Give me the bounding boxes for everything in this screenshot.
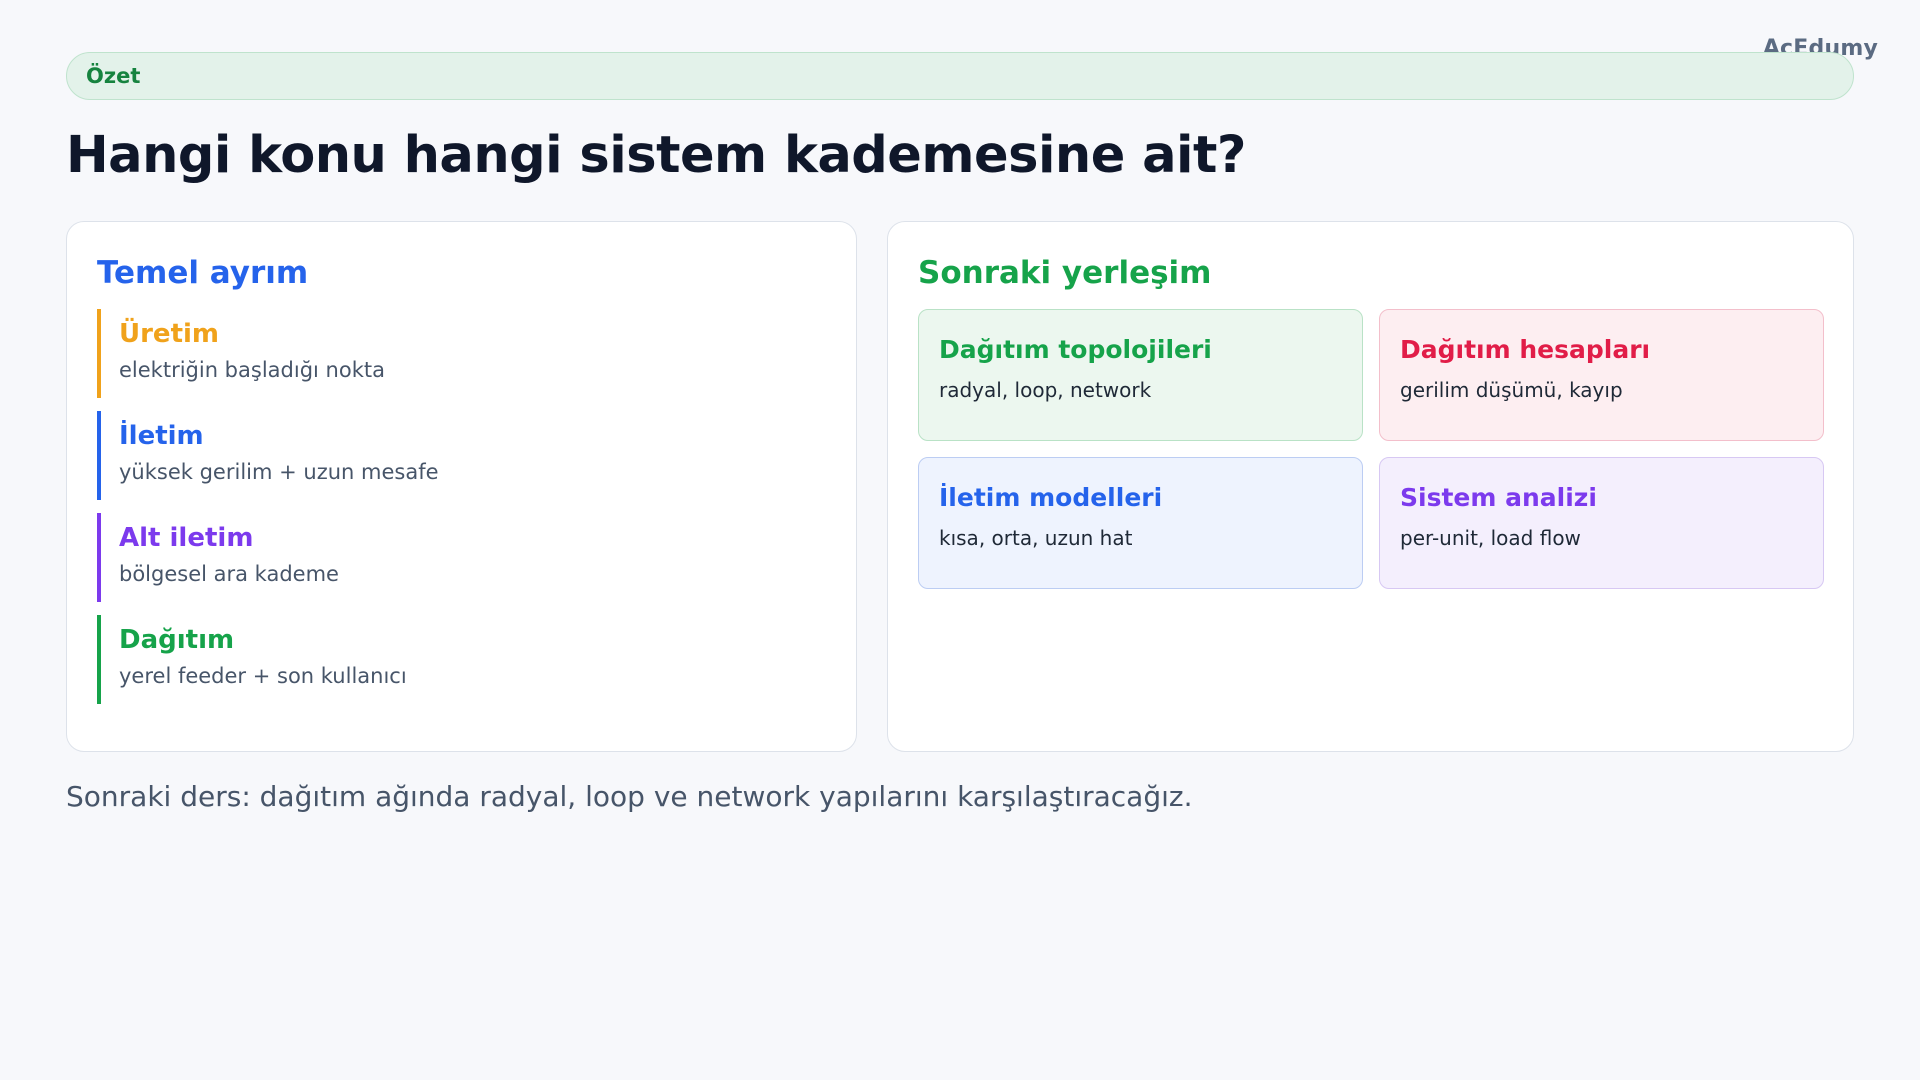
stage-name: Alt iletim <box>119 523 254 553</box>
topic-tile: Dağıtım topolojileri radyal, loop, netwo… <box>918 309 1363 441</box>
stage-description: yüksek gerilim + uzun mesafe <box>119 460 439 484</box>
stage-description: bölgesel ara kademe <box>119 562 339 586</box>
section-badge-label: Özet <box>86 64 141 88</box>
stage-name: İletim <box>119 421 204 451</box>
topic-tiles: Dağıtım topolojileri radyal, loop, netwo… <box>918 309 1824 589</box>
topic-tile: Sistem analizi per-unit, load flow <box>1379 457 1824 589</box>
basic-distinction-card: Temel ayrım Üretim elektriğin başladığı … <box>66 221 857 752</box>
topic-tile-title: Sistem analizi <box>1400 483 1597 512</box>
topic-tile-title: Dağıtım hesapları <box>1400 335 1651 364</box>
stage-list: Üretim elektriğin başladığı nokta İletim… <box>97 309 826 704</box>
stage-description: yerel feeder + son kullanıcı <box>119 664 407 688</box>
section-badge: Özet <box>66 52 1854 100</box>
page-title: Hangi konu hangi sistem kademesine ait? <box>66 126 1246 185</box>
topic-tile-description: per-unit, load flow <box>1400 526 1581 550</box>
topic-tile: Dağıtım hesapları gerilim düşümü, kayıp <box>1379 309 1824 441</box>
stage-item: Alt iletim bölgesel ara kademe <box>97 513 826 602</box>
stage-name: Dağıtım <box>119 625 235 655</box>
stage-item: Dağıtım yerel feeder + son kullanıcı <box>97 615 826 704</box>
topic-tile: İletim modelleri kısa, orta, uzun hat <box>918 457 1363 589</box>
topic-tile-title: İletim modelleri <box>939 483 1163 512</box>
next-lesson-note: Sonraki ders: dağıtım ağında radyal, loo… <box>66 780 1193 813</box>
stage-item: İletim yüksek gerilim + uzun mesafe <box>97 411 826 500</box>
stage-item: Üretim elektriğin başladığı nokta <box>97 309 826 398</box>
topic-tile-description: gerilim düşümü, kayıp <box>1400 378 1623 402</box>
stage-name: Üretim <box>119 319 220 349</box>
next-placement-title: Sonraki yerleşim <box>918 255 1212 291</box>
basic-distinction-title: Temel ayrım <box>97 255 309 291</box>
topic-tile-description: kısa, orta, uzun hat <box>939 526 1133 550</box>
topic-tile-title: Dağıtım topolojileri <box>939 335 1212 364</box>
next-placement-card: Sonraki yerleşim Dağıtım topolojileri ra… <box>887 221 1854 752</box>
stage-description: elektriğin başladığı nokta <box>119 358 385 382</box>
topic-tile-description: radyal, loop, network <box>939 378 1152 402</box>
